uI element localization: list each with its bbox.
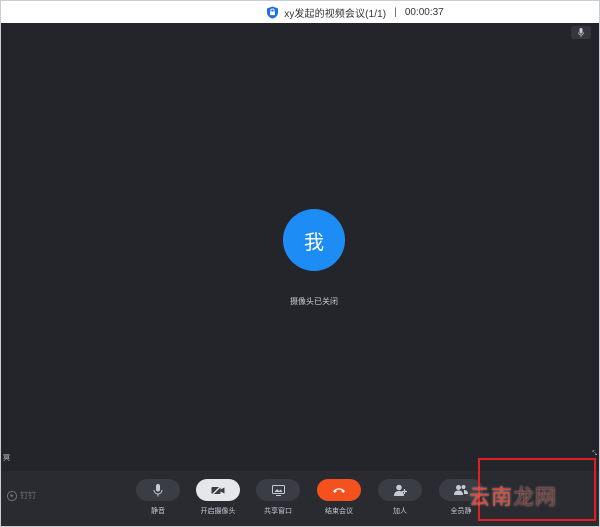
add-person-icon: [393, 484, 407, 496]
meeting-window: xy发起的视频会议(1/1) | 00:00:37 我 摄像头已关闭 冥 ⤡ 钉…: [0, 0, 600, 527]
share-window-button[interactable]: 共享窗口: [248, 479, 308, 516]
video-stage: 我 摄像头已关闭: [1, 23, 599, 471]
camera-button[interactable]: 开启摄像头: [188, 479, 248, 516]
share-window-button-label: 共享窗口: [264, 508, 292, 515]
mute-all-icon: [454, 485, 468, 495]
watermark-text-b: 龙网: [513, 485, 557, 509]
avatar: 我: [283, 209, 345, 271]
brand-name: 钉钉: [20, 491, 36, 500]
meeting-timer: 00:00:37: [404, 6, 444, 18]
add-person-button[interactable]: 加人: [370, 479, 430, 516]
mute-button[interactable]: 静音: [128, 479, 188, 516]
hang-up-icon: [333, 488, 345, 493]
resize-icon[interactable]: ⤡: [592, 451, 597, 458]
title-separator: |: [394, 6, 397, 18]
meeting-title: xy发起的视频会议(1/1): [284, 8, 387, 20]
brand-logo: 钉钉: [7, 490, 36, 501]
layout-toggle-icon[interactable]: 冥: [3, 453, 10, 463]
camera-button-label: 开启摄像头: [200, 508, 236, 515]
site-watermark: 云南龙网: [469, 481, 557, 511]
shield-icon: [267, 6, 279, 19]
add-person-button-label: 加人: [393, 508, 407, 515]
title-group: xy发起的视频会议(1/1) | 00:00:37: [266, 5, 444, 20]
end-meeting-button-label: 结束会议: [325, 508, 353, 515]
camera-off-icon: [211, 485, 225, 495]
end-meeting-button[interactable]: 结束会议: [309, 479, 369, 516]
dingtalk-logo-icon: [7, 490, 17, 501]
share-window-button-pill[interactable]: [256, 479, 300, 501]
avatar-text: 我: [304, 229, 324, 254]
watermark-text-a: 云南: [469, 485, 513, 509]
mute-button-pill[interactable]: [136, 479, 180, 501]
camera-button-pill[interactable]: [196, 479, 240, 501]
add-person-button-pill[interactable]: [378, 479, 422, 501]
microphone-icon: [153, 483, 163, 496]
mute-button-label: 静音: [151, 508, 165, 515]
end-meeting-button-pill[interactable]: [317, 479, 361, 501]
camera-status-text: 摄像头已关闭: [290, 297, 338, 306]
share-screen-icon: [271, 484, 285, 496]
title-bar: xy发起的视频会议(1/1) | 00:00:37: [1, 1, 599, 23]
